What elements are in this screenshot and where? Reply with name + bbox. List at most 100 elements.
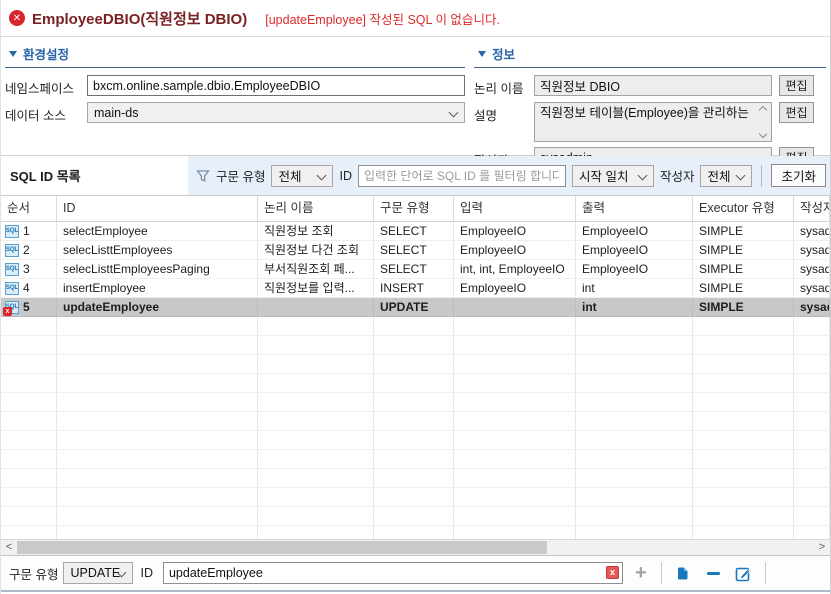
col-header-output[interactable]: 출력: [576, 196, 693, 222]
cell-logical: [258, 469, 374, 488]
id-filter-input[interactable]: [358, 165, 566, 187]
textarea-scrollbar[interactable]: [755, 104, 770, 140]
cell-type: [374, 469, 454, 488]
table-row[interactable]: SQL2selecListtEmployees직원정보 다건 조회SELECTE…: [1, 241, 830, 260]
scroll-up-icon[interactable]: [758, 106, 766, 114]
cell-seq: SQL2: [1, 241, 57, 260]
author-filter-select[interactable]: 전체: [700, 165, 752, 187]
table-row[interactable]: SQL1selectEmployee직원정보 조회SELECTEmployeeI…: [1, 222, 830, 241]
table-row[interactable]: [1, 317, 830, 336]
cell-input: [454, 336, 576, 355]
cell-input: [454, 526, 576, 539]
cell-logical: 부서직원조회 페...: [258, 260, 374, 279]
scroll-down-icon[interactable]: [758, 130, 766, 138]
cell-executor: SIMPLE: [693, 279, 794, 298]
table-row[interactable]: [1, 469, 830, 488]
cell-seq: [1, 393, 57, 412]
bottom-id-input[interactable]: [163, 562, 623, 584]
table-row[interactable]: [1, 488, 830, 507]
info-header[interactable]: 정보: [474, 42, 826, 68]
env-settings-title: 환경설정: [23, 44, 69, 63]
datasource-row: 데이터 소스 main-ds: [5, 102, 465, 124]
cell-executor: [693, 450, 794, 469]
cell-id: [57, 507, 258, 526]
edit-sql-icon[interactable]: [735, 565, 752, 582]
table-row[interactable]: [1, 526, 830, 539]
namespace-input[interactable]: [87, 75, 465, 96]
description-value: 직원정보 테이블(Employee)을 관리하는: [540, 106, 749, 120]
cell-logical: [258, 412, 374, 431]
cell-seq: [1, 412, 57, 431]
table-row[interactable]: SQL4insertEmployee직원정보를 입력...INSERTEmplo…: [1, 279, 830, 298]
input-error-icon: x: [606, 566, 619, 579]
copy-sql-icon[interactable]: [675, 565, 692, 582]
cell-output: [576, 412, 693, 431]
table-row[interactable]: [1, 431, 830, 450]
cell-output: int: [576, 298, 693, 317]
table-row[interactable]: [1, 374, 830, 393]
cell-executor: [693, 317, 794, 336]
cell-author: [794, 317, 830, 336]
table-row[interactable]: [1, 393, 830, 412]
col-header-logical[interactable]: 논리 이름: [258, 196, 374, 222]
col-header-executor[interactable]: Executor 유형: [693, 196, 794, 222]
cell-executor: [693, 469, 794, 488]
reset-filter-button[interactable]: 초기화: [771, 164, 826, 187]
col-header-author[interactable]: 작성자: [794, 196, 830, 222]
cell-type: SELECT: [374, 241, 454, 260]
col-header-type[interactable]: 구문 유형: [374, 196, 454, 222]
cell-author: [794, 469, 830, 488]
horizontal-scrollbar[interactable]: < >: [1, 539, 830, 555]
sql-list-title: SQL ID 목록: [1, 166, 81, 185]
cell-type: SELECT: [374, 222, 454, 241]
stmt-type-filter-select[interactable]: 전체: [271, 165, 333, 187]
bottom-stmt-type-select[interactable]: UPDATE: [63, 562, 133, 584]
cell-input: [454, 469, 576, 488]
scrollbar-thumb[interactable]: [17, 541, 547, 554]
cell-id: [57, 450, 258, 469]
col-header-seq[interactable]: 순서: [1, 196, 57, 222]
table-row[interactable]: SQLx5updateEmployeeUPDATEintSIMPLEsysadm…: [1, 298, 830, 317]
table-row[interactable]: [1, 450, 830, 469]
edit-description-button[interactable]: 편집: [779, 102, 814, 123]
scroll-left-icon[interactable]: <: [1, 540, 17, 555]
cell-input: [454, 450, 576, 469]
cell-logical: [258, 431, 374, 450]
cell-output: [576, 469, 693, 488]
cell-id: selecListtEmployeesPaging: [57, 260, 258, 279]
cell-seq: [1, 431, 57, 450]
match-mode-select[interactable]: 시작 일치: [572, 165, 654, 187]
remove-sql-icon[interactable]: [706, 566, 721, 581]
table-row[interactable]: [1, 507, 830, 526]
sql-icon: SQL: [5, 225, 19, 238]
cell-seq: [1, 336, 57, 355]
scroll-right-icon[interactable]: >: [814, 540, 830, 555]
table-row[interactable]: [1, 412, 830, 431]
sql-icon: SQL: [5, 263, 19, 276]
add-sql-icon[interactable]: +: [635, 563, 647, 583]
stmt-type-filter-value: 전체: [278, 166, 301, 185]
table-row[interactable]: [1, 336, 830, 355]
cell-type: [374, 431, 454, 450]
cell-type: [374, 412, 454, 431]
cell-author: sysadmin: [794, 279, 830, 298]
namespace-row: 네임스페이스: [5, 75, 465, 97]
cell-id: [57, 526, 258, 539]
table-row[interactable]: SQL3selecListtEmployeesPaging부서직원조회 페...…: [1, 260, 830, 279]
logical-name-input[interactable]: [534, 75, 772, 96]
collapse-triangle-icon: [9, 51, 17, 57]
datasource-select[interactable]: main-ds: [87, 102, 465, 123]
description-textarea[interactable]: 직원정보 테이블(Employee)을 관리하는: [534, 102, 772, 142]
cell-id: [57, 393, 258, 412]
col-header-id[interactable]: ID: [57, 196, 258, 222]
edit-logical-name-button[interactable]: 편집: [779, 75, 814, 96]
col-header-input[interactable]: 입력: [454, 196, 576, 222]
table-row[interactable]: [1, 355, 830, 374]
error-circle-icon: ✕: [9, 10, 25, 26]
cell-output: [576, 526, 693, 539]
env-settings-header[interactable]: 환경설정: [5, 42, 465, 68]
cell-seq: [1, 374, 57, 393]
cell-logical: 직원정보 조회: [258, 222, 374, 241]
cell-type: [374, 336, 454, 355]
cell-output: EmployeeIO: [576, 260, 693, 279]
